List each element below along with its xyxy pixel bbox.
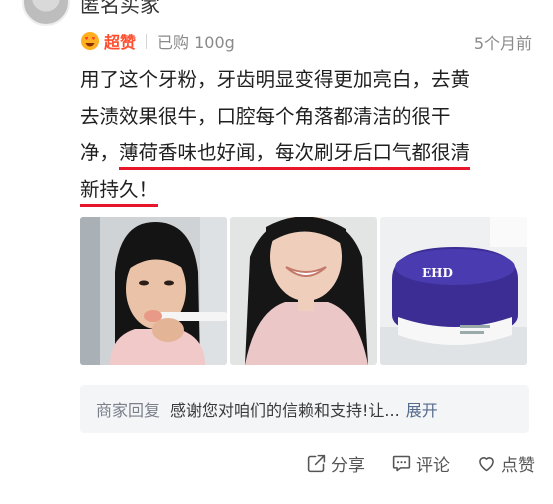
- review-text: 用了这个牙粉，牙齿明显变得更加亮白，去黄 去渍效果很牛，口腔每个角落都清洁的很干…: [80, 62, 532, 208]
- avatar[interactable]: [22, 0, 70, 26]
- comment-icon: [392, 455, 411, 471]
- meta-divider: [146, 33, 148, 49]
- reviewer-header: 匿名买家: [0, 0, 553, 26]
- merchant-reply-label: 商家回复: [96, 401, 161, 420]
- review-meta: 超赞 已购 100g 5个月前: [80, 28, 536, 54]
- heart-eyes-emoji-icon: [81, 32, 99, 50]
- expand-reply-link[interactable]: 展开: [406, 397, 438, 421]
- merchant-reply-text: 感谢您对咱们的信赖和支持!让...: [170, 401, 400, 420]
- share-icon: [307, 454, 326, 472]
- like-label: 点赞: [501, 455, 535, 476]
- share-button[interactable]: 分享: [306, 451, 365, 476]
- like-button[interactable]: 点赞: [476, 451, 535, 476]
- comment-label: 评论: [416, 455, 450, 476]
- comment-button[interactable]: 评论: [391, 451, 450, 476]
- review-photos: EHD: [80, 217, 529, 365]
- photo-woman-smiling[interactable]: [230, 217, 377, 365]
- reviewer-name[interactable]: 匿名买家: [80, 0, 160, 18]
- svg-text:EHD: EHD: [422, 266, 453, 280]
- photo-product-jar[interactable]: EHD: [380, 217, 527, 365]
- share-label: 分享: [331, 455, 365, 476]
- merchant-reply[interactable]: 商家回复 感谢您对咱们的信赖和支持!让... 展开: [80, 385, 529, 433]
- highlighted-text: 薄荷香味也好闻，每次刷牙后口气都很清: [119, 141, 471, 170]
- highlighted-text: 新持久！: [80, 177, 159, 207]
- purchase-info: 已购 100g: [157, 33, 235, 52]
- review-line: 去渍效果很牛，口腔每个角落都清洁的很干: [80, 104, 451, 128]
- review-time: 5个月前: [473, 34, 532, 53]
- review-line: 用了这个牙粉，牙齿明显变得更加亮白，去黄: [80, 68, 471, 91]
- review-line-segment: 净，: [80, 141, 120, 164]
- review-line: 净，薄荷香味也好闻，每次刷牙后口气都很清: [80, 135, 532, 172]
- photo-woman-brushing[interactable]: [80, 217, 227, 365]
- rating-badge: 超赞: [104, 33, 137, 52]
- action-bar: 分享 评论 点赞: [260, 448, 535, 478]
- review-line: 新持久！: [80, 172, 532, 209]
- heart-icon: [479, 456, 494, 471]
